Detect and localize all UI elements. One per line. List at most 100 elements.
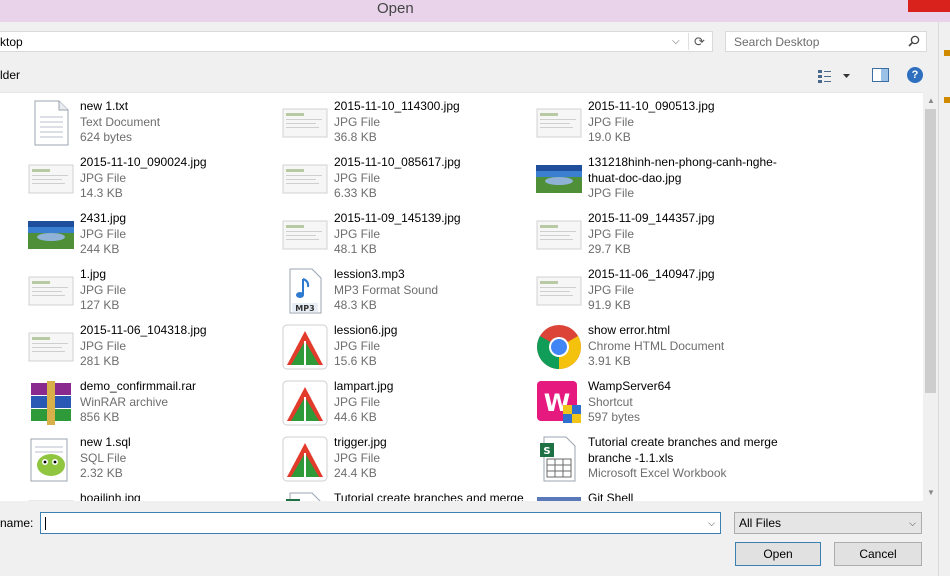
file-name: 2015-11-10_090513.jpg — [588, 99, 715, 113]
image-thumbnail-icon — [281, 99, 329, 147]
file-type: MP3 Format Sound — [334, 282, 439, 297]
new-folder-button[interactable]: lder — [0, 68, 20, 82]
chevron-down-icon[interactable]: ⌵ — [672, 36, 680, 47]
file-name: show error.html — [588, 323, 671, 337]
scrollbar-thumb[interactable] — [925, 109, 936, 393]
search-box[interactable] — [725, 31, 927, 52]
file-size: 91.9 KB — [588, 298, 631, 312]
chevron-down-icon[interactable]: ⌵ — [909, 518, 916, 529]
file-type: JPG File — [334, 226, 381, 241]
file-name: hoailinh.jpg — [80, 491, 141, 501]
file-item[interactable]: show error.html Chrome HTML Document 3.91 … — [535, 323, 785, 377]
winrar-icon — [27, 379, 75, 427]
file-name: Tutorial create branches and merge — [334, 491, 524, 501]
background-marker — [944, 50, 950, 56]
file-type: JPG File — [334, 114, 381, 129]
preview-pane-icon[interactable] — [872, 68, 889, 82]
chrome-icon — [535, 323, 583, 371]
file-name: 2015-11-10_090024.jpg — [80, 155, 207, 169]
svg-text:MP3: MP3 — [295, 304, 314, 313]
search-icon[interactable] — [908, 35, 920, 47]
file-size: 2.32 KB — [80, 466, 123, 480]
file-type-filter[interactable]: All Files ⌵ — [734, 512, 922, 534]
file-name: lession6.jpg — [334, 323, 398, 337]
file-item[interactable]: MP3 lession3.mp3 MP3 Format Sound 48.3 KB — [281, 267, 531, 321]
file-size: 48.1 KB — [334, 242, 377, 256]
file-item[interactable]: 2015-11-09_145139.jpg JPG File 48.1 KB — [281, 211, 531, 265]
file-item[interactable]: 131218hinh-nen-phong-canh-nghe-thuat-doc… — [535, 155, 785, 209]
file-size: 6.33 KB — [334, 186, 377, 200]
file-name: demo_confirmmail.rar — [80, 379, 197, 393]
file-type: JPG File — [588, 282, 635, 297]
filename-combobox[interactable]: ⌵ — [40, 512, 721, 534]
file-type: Microsoft Excel Workbook — [588, 466, 727, 480]
filename-input[interactable] — [41, 513, 701, 533]
file-type: JPG File — [334, 450, 381, 465]
cancel-button[interactable]: Cancel — [834, 542, 922, 566]
file-item[interactable]: hoailinh.jpg — [27, 491, 277, 501]
file-type: Text Document — [80, 114, 161, 129]
file-type: JPG File — [588, 186, 635, 200]
file-type: Shortcut — [588, 394, 633, 409]
file-item[interactable]: 2015-11-06_104318.jpg JPG File 281 KB — [27, 323, 277, 377]
open-button[interactable]: Open — [735, 542, 821, 566]
file-type: JPG File — [80, 338, 127, 353]
file-item[interactable]: lampart.jpg JPG File 44.6 KB — [281, 379, 531, 433]
scroll-up-icon[interactable]: ▲ — [927, 96, 935, 105]
file-item[interactable]: S Tutorial create branches and merge bran… — [535, 435, 785, 489]
image-thumbnail-icon — [535, 99, 583, 147]
file-name: Tutorial create branches and merge branc… — [588, 435, 778, 465]
file-size: 36.8 KB — [334, 130, 377, 144]
file-size: 281 KB — [80, 354, 120, 368]
image-thumbnail-icon — [27, 323, 75, 371]
refresh-icon[interactable]: ⟳ — [688, 33, 710, 50]
image-thumbnail-icon — [535, 267, 583, 315]
file-item[interactable]: Git Shell — [535, 491, 785, 501]
file-item[interactable]: W WampServer64 Shortcut 597 bytes — [535, 379, 785, 433]
background-window-strip — [938, 22, 950, 576]
file-item[interactable]: 2015-11-10_090024.jpg JPG File 14.3 KB — [27, 155, 277, 209]
picture-viewer-icon — [281, 379, 329, 427]
chevron-down-icon[interactable]: ⌵ — [708, 518, 715, 529]
vertical-scrollbar[interactable]: ▲ ▼ — [923, 92, 938, 501]
scroll-down-icon[interactable]: ▼ — [927, 488, 935, 497]
help-icon[interactable]: ? — [907, 67, 923, 83]
image-thumbnail-icon — [27, 267, 75, 315]
file-name: new 1.txt — [80, 99, 129, 113]
file-name: 2431.jpg — [80, 211, 127, 225]
file-item[interactable]: S Tutorial create branches and merge — [281, 491, 531, 501]
file-size: 24.4 KB — [334, 466, 377, 480]
file-item[interactable]: new 1.sql SQL File 2.32 KB — [27, 435, 277, 489]
view-options-icon[interactable] — [817, 68, 853, 84]
address-path: ktop — [0, 35, 23, 49]
address-bar[interactable]: ktop ⌵ ⟳ — [0, 31, 713, 52]
mp3-file-icon: MP3 — [281, 267, 329, 315]
excel-file-icon: S — [535, 435, 583, 483]
file-item[interactable]: 2015-11-10_085617.jpg JPG File 6.33 KB — [281, 155, 531, 209]
background-marker — [944, 97, 950, 103]
file-item[interactable]: new 1.txt Text Document 624 bytes — [27, 99, 277, 153]
file-name: 2015-11-10_085617.jpg — [334, 155, 461, 169]
file-item[interactable]: 2015-11-10_090513.jpg JPG File 19.0 KB — [535, 99, 785, 153]
file-type: JPG File — [334, 394, 381, 409]
file-item[interactable]: trigger.jpg JPG File 24.4 KB — [281, 435, 531, 489]
landscape-thumbnail-icon — [535, 155, 583, 203]
file-name: 2015-11-09_145139.jpg — [334, 211, 461, 225]
close-button[interactable] — [908, 0, 950, 12]
landscape-thumbnail-icon — [27, 211, 75, 259]
file-name: 2015-11-06_104318.jpg — [80, 323, 207, 337]
file-item[interactable]: 2015-11-09_144357.jpg JPG File 29.7 KB — [535, 211, 785, 265]
file-item[interactable]: demo_confirmmail.rar WinRAR archive 856 KB — [27, 379, 277, 433]
file-type: SQL File — [80, 450, 127, 465]
search-input[interactable] — [726, 32, 906, 51]
image-thumbnail-icon — [281, 211, 329, 259]
file-item[interactable]: lession6.jpg JPG File 15.6 KB — [281, 323, 531, 377]
file-item[interactable]: 2431.jpg JPG File 244 KB — [27, 211, 277, 265]
file-item[interactable]: 2015-11-06_140947.jpg JPG File 91.9 KB — [535, 267, 785, 321]
file-size: 14.3 KB — [80, 186, 123, 200]
file-item[interactable]: 2015-11-10_114300.jpg JPG File 36.8 KB — [281, 99, 531, 153]
title-bar: Open — [0, 0, 950, 22]
file-item[interactable]: 1.jpg JPG File 127 KB — [27, 267, 277, 321]
file-name: lession3.mp3 — [334, 267, 405, 281]
svg-text:S: S — [543, 446, 550, 457]
